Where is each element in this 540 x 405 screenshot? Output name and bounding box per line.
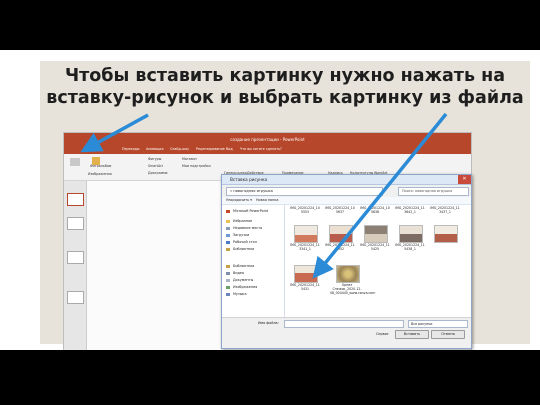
navigation-pane: Microsoft PowerPoint Избранное Недавние … (222, 205, 285, 317)
tab-slideshow[interactable]: Слайд-шоу (170, 147, 189, 151)
file-label[interactable]: IMG_20201224_11 5438_1 (393, 243, 427, 251)
ribbon-smartart[interactable]: SmartArt (148, 164, 163, 168)
ribbon-store[interactable]: Магазин (182, 157, 197, 161)
file-label[interactable]: IMG_20201224_11 3341_1 (288, 243, 322, 251)
slide-thumbnails-pane (64, 181, 87, 350)
ribbon-group-images: Изображения (88, 172, 112, 176)
nav-item-documents[interactable]: Документы (226, 277, 253, 283)
tab-review[interactable]: Рецензирование (196, 147, 225, 151)
tell-me-search[interactable]: Что вы хотите сделать? (240, 147, 282, 151)
nav-item-video[interactable]: Видео (226, 270, 244, 276)
ribbon-photo-album[interactable]: Фотоальбом (90, 164, 111, 168)
file-label[interactable]: IMG_20201224_11 3642_1 (393, 206, 427, 214)
slide-title-line-2: вставку-рисунок и выбрать картинку из фа… (46, 88, 524, 108)
tab-view[interactable]: Вид (226, 147, 233, 151)
filetype-select[interactable]: Все рисунки (408, 320, 468, 328)
nav-item-favorites[interactable]: Избранное (226, 218, 252, 224)
nav-item-powerpoint[interactable]: Microsoft PowerPoint (226, 208, 268, 214)
insert-picture-dialog: Вставка рисунка ✕ « новогодняя игрушка П… (221, 174, 472, 349)
slide-thumbnail[interactable] (67, 251, 84, 264)
file-thumbnail[interactable] (294, 265, 318, 283)
slide-thumbnail[interactable] (67, 193, 84, 206)
ppt-ribbon-tabs: Переходы Анимация Слайд-шоу Рецензирован… (64, 146, 471, 154)
dialog-footer: Имя файла: Все рисунки Сервис Вставить О… (222, 317, 471, 348)
dialog-title: Вставка рисунка (230, 177, 268, 182)
cancel-button[interactable]: Отмена (431, 330, 465, 339)
file-label[interactable]: IMG_20201224_11 5431 (288, 283, 322, 291)
nav-item-recent[interactable]: Недавние места (226, 225, 262, 231)
file-thumbnail[interactable] (399, 225, 423, 243)
file-list: IMG_20201224_10 5553 IMG_20201224_10 563… (285, 205, 471, 317)
nav-item-pictures[interactable]: Изображения (226, 284, 257, 290)
pictures-icon[interactable] (70, 158, 80, 166)
file-label[interactable]: Орнел Снежок_2020-12-08_004440_www.canva… (330, 283, 375, 295)
ribbon-chart[interactable]: Диаграмма (148, 171, 168, 175)
ribbon-shapes[interactable]: Фигуры (148, 157, 161, 161)
nav-item-downloads[interactable]: Загрузки (226, 232, 249, 238)
insert-button[interactable]: Вставить (395, 330, 429, 339)
file-thumbnail[interactable] (364, 225, 388, 243)
filename-input[interactable] (284, 320, 404, 328)
file-thumbnail[interactable] (434, 225, 458, 243)
tab-transitions[interactable]: Переходы (122, 147, 139, 151)
ppt-window-title: создание презентации - PowerPoint (64, 133, 471, 146)
nav-item-libraries[interactable]: Библиотеки (226, 246, 254, 252)
nav-item-desktop[interactable]: Рабочий стол (226, 239, 257, 245)
dialog-toolbar: Упорядочить ▾ Новая папка (222, 197, 471, 205)
file-label[interactable]: IMG_20201224_11 3437_1 (428, 206, 462, 214)
service-menu[interactable]: Сервис (376, 332, 389, 336)
close-icon[interactable]: ✕ (458, 175, 471, 184)
slide-thumbnail[interactable] (67, 217, 84, 230)
slide-title-line-1: Чтобы вставить картинку нужно нажать на (64, 66, 505, 86)
file-thumbnail[interactable] (329, 225, 353, 243)
nav-item-libraries-root[interactable]: Библиотеки (226, 263, 254, 269)
ribbon-my-addins[interactable]: Мои надстройки (182, 164, 211, 168)
new-folder-button[interactable]: Новая папка (256, 197, 278, 204)
file-label[interactable]: IMG_20201224_11 5425 (358, 243, 392, 251)
search-input[interactable]: Поиск: новогодняя игрушка (398, 187, 469, 196)
file-label[interactable]: IMG_20201224_10 5553 (288, 206, 322, 214)
file-label[interactable]: IMG_20201224_11 3352 (323, 243, 357, 251)
slide-thumbnail[interactable] (67, 291, 84, 304)
nav-item-music[interactable]: Музыка (226, 291, 247, 297)
filename-label: Имя файла: (258, 321, 279, 325)
file-label[interactable]: IMG_20201224_10 5638 (358, 206, 392, 214)
dialog-titlebar: Вставка рисунка ✕ (222, 175, 471, 185)
file-label[interactable]: IMG_20201224_10 5637 (323, 206, 357, 214)
organize-button[interactable]: Упорядочить ▾ (226, 197, 252, 204)
file-thumbnail[interactable] (294, 225, 318, 243)
address-bar[interactable]: « новогодняя игрушка (226, 187, 383, 196)
file-thumbnail[interactable] (336, 265, 360, 283)
tab-animation[interactable]: Анимация (146, 147, 163, 151)
